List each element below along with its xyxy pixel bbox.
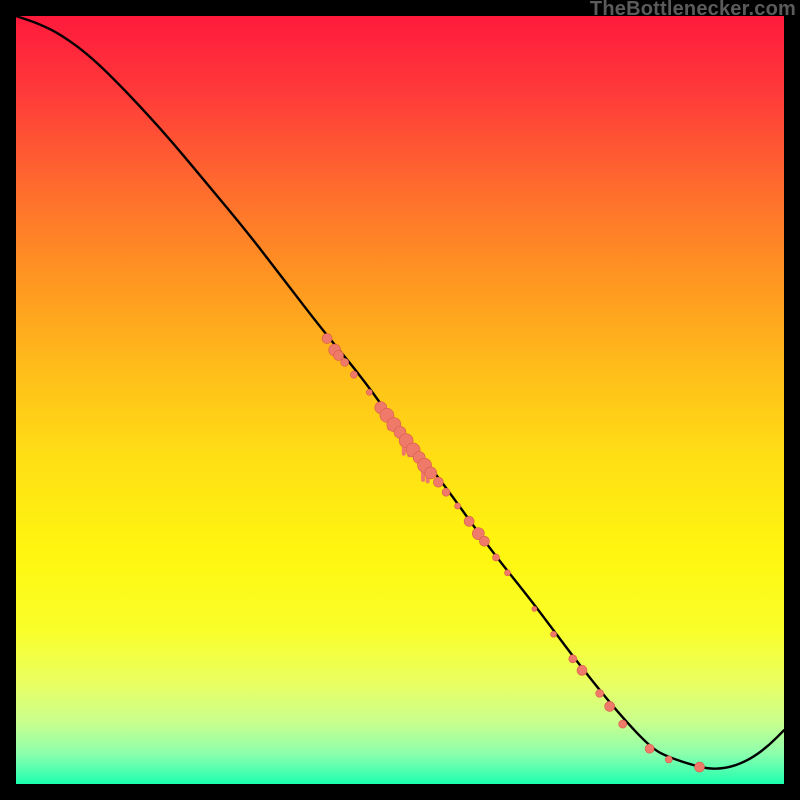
data-point xyxy=(425,467,437,479)
chart-canvas: TheBottlenecker.com xyxy=(0,0,800,800)
chart-overlay xyxy=(16,16,784,784)
data-point xyxy=(464,516,474,526)
data-point xyxy=(665,756,672,763)
data-point xyxy=(619,720,627,728)
data-point xyxy=(433,477,443,487)
data-point xyxy=(596,689,604,697)
data-point xyxy=(334,350,344,360)
data-point xyxy=(569,655,577,663)
data-point xyxy=(645,744,654,753)
data-point xyxy=(605,701,615,711)
data-point xyxy=(322,334,332,344)
data-point xyxy=(532,606,537,611)
watermark-text: TheBottlenecker.com xyxy=(590,0,796,21)
data-point xyxy=(551,631,557,637)
data-point xyxy=(350,371,357,378)
data-point xyxy=(695,762,705,772)
data-point xyxy=(577,665,587,675)
data-point xyxy=(366,389,372,395)
data-point xyxy=(455,503,461,509)
data-point xyxy=(442,488,450,496)
scatter-dots xyxy=(322,334,704,773)
data-point xyxy=(493,554,500,561)
data-point xyxy=(505,570,511,576)
plot-area xyxy=(16,16,784,784)
bottleneck-curve xyxy=(16,16,784,769)
data-point xyxy=(341,358,349,366)
data-point xyxy=(479,536,489,546)
